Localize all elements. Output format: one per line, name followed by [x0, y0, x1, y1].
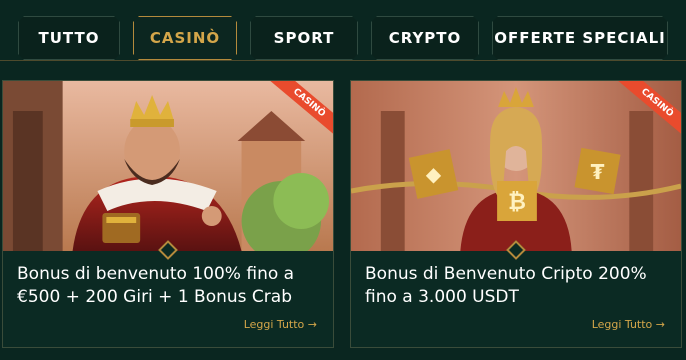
promo-title: Bonus di Benvenuto Cripto 200% fino a 3.…	[365, 264, 647, 307]
king-promo-image	[3, 81, 333, 251]
tab-casino[interactable]: CASINÒ	[133, 16, 237, 60]
svg-text:◆: ◆	[426, 163, 442, 186]
svg-text:₿: ₿	[508, 190, 526, 215]
tab-crypto[interactable]: CRYPTO	[371, 16, 479, 60]
tab-tutto[interactable]: TUTTO	[18, 16, 120, 60]
read-more-link[interactable]: Leggi Tutto →	[592, 318, 665, 331]
tab-offerte-speciali[interactable]: OFFERTE SPECIALI	[492, 16, 668, 60]
promo-card-casino[interactable]: CASINÒ Bonus di benvenuto 100% fino a €5…	[2, 80, 334, 348]
category-tabs: TUTTO CASINÒ SPORT CRYPTO OFFERTE SPECIA…	[18, 16, 668, 62]
svg-text:₮: ₮	[591, 161, 605, 184]
read-more-link[interactable]: Leggi Tutto →	[244, 318, 317, 331]
promo-card-crypto[interactable]: ◆ ₿ ₮ CASINÒ Bonus di Benvenuto Cripto 2…	[350, 80, 682, 348]
queen-crypto-promo-image: ◆ ₿ ₮	[351, 81, 681, 251]
promo-title: Bonus di benvenuto 100% fino a €500 + 20…	[17, 264, 295, 307]
tab-sport[interactable]: SPORT	[250, 16, 358, 60]
